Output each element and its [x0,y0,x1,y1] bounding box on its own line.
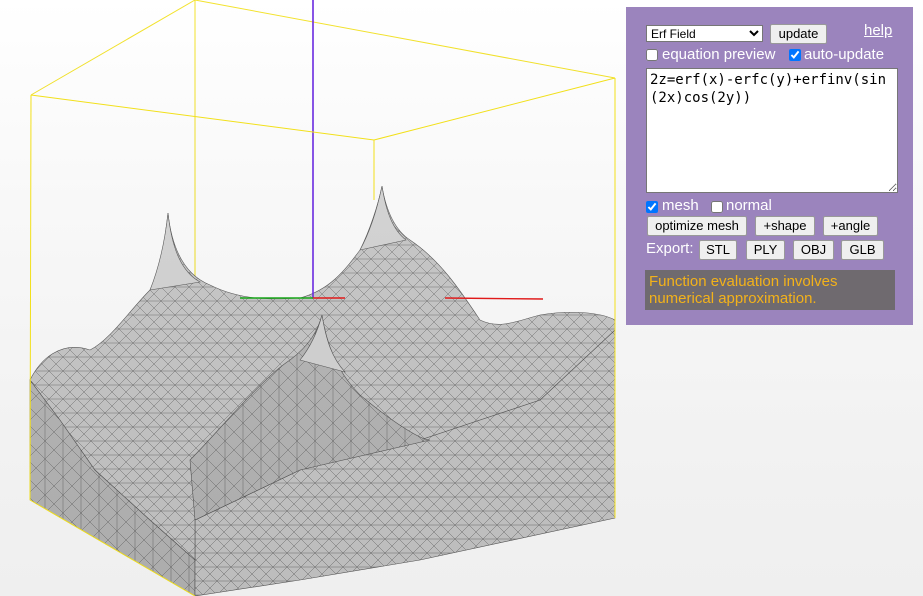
axis-x-far [444,297,544,300]
optimize-mesh-button[interactable]: optimize mesh [647,216,747,236]
mesh-spike-left [149,212,201,291]
control-panel: Erf Field update help equation preview a… [626,7,913,325]
export-ply-button[interactable]: PLY [746,240,785,260]
export-label: Export: [646,240,694,257]
add-angle-button[interactable]: +angle [823,216,878,236]
export-obj-button[interactable]: OBJ [793,240,834,260]
export-glb-button[interactable]: GLB [841,240,884,260]
equation-preview-label: equation preview [662,46,776,63]
equation-input[interactable]: 2z=erf(x)-erfc(y)+erfinv(sin(2x)cos(2y)) [646,68,898,193]
normal-checkbox[interactable] [711,201,723,213]
normal-label: normal [726,197,772,214]
mesh-label: mesh [662,197,699,214]
add-shape-button[interactable]: +shape [755,216,815,236]
auto-update-checkbox[interactable] [789,49,801,61]
mesh-spike-center [359,185,407,251]
auto-update-label: auto-update [804,46,885,63]
approximation-note: Function evaluation involves numerical a… [645,270,895,310]
function-select[interactable]: Erf Field [646,25,763,42]
export-stl-button[interactable]: STL [699,240,737,260]
equation-preview-checkbox[interactable] [646,49,658,61]
update-button[interactable]: update [770,24,827,44]
help-link[interactable]: help [864,22,892,39]
mesh-checkbox[interactable] [646,201,658,213]
